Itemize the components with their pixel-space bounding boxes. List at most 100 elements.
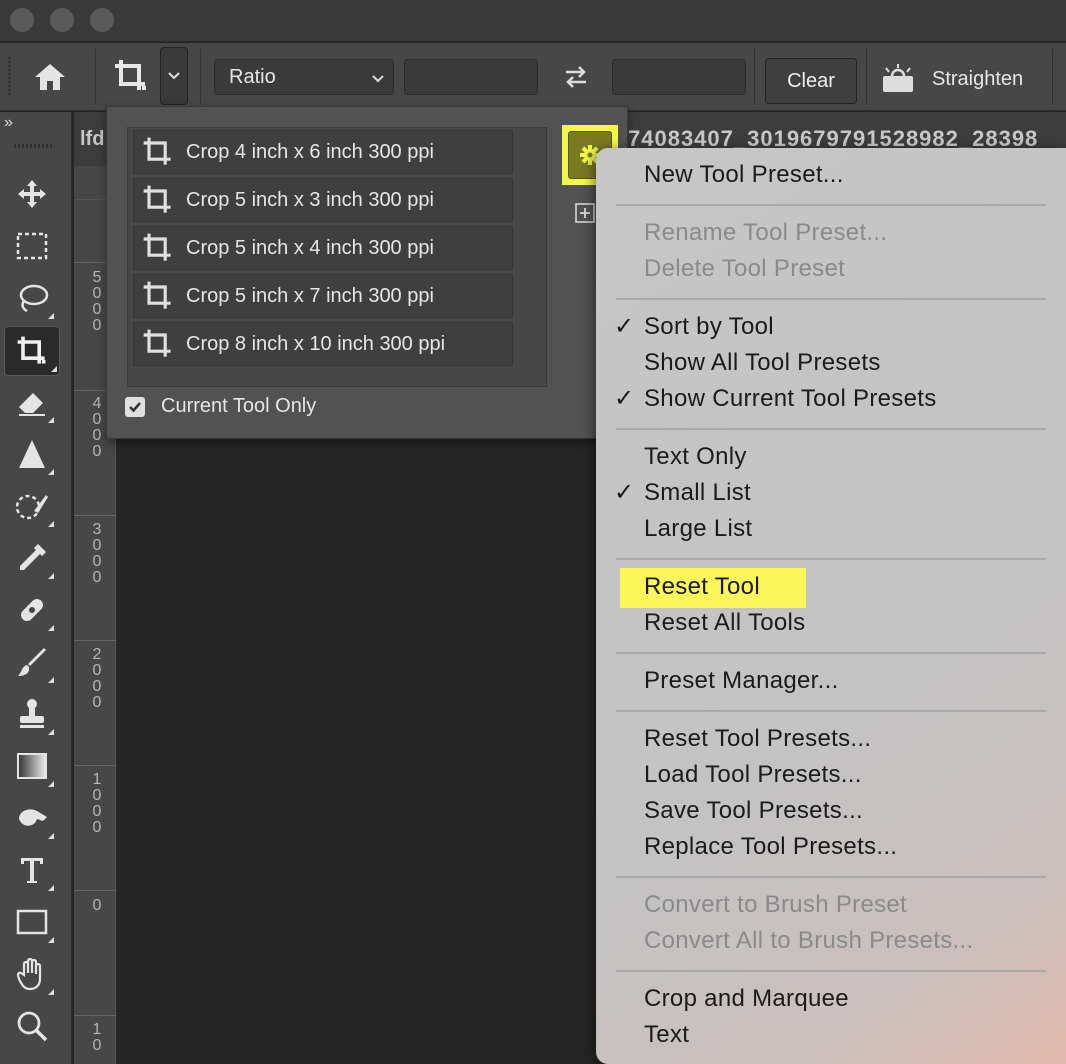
eraser-tool[interactable] — [8, 378, 56, 426]
crop-icon — [143, 185, 171, 213]
clone-stamp-icon — [20, 699, 44, 728]
tool-submenu-indicator — [48, 729, 54, 735]
tool-submenu-indicator — [48, 417, 54, 423]
shape-icon — [16, 909, 48, 935]
preset-item[interactable]: Crop 8 inch x 10 inch 300 ppi — [133, 322, 513, 366]
eyedropper-tool[interactable] — [8, 534, 56, 582]
chevron-down-icon — [168, 72, 180, 80]
swap-button[interactable] — [556, 61, 596, 93]
ruler-label: 5000 — [92, 269, 102, 334]
menu-item-preset-manager[interactable]: Preset Manager... — [644, 666, 839, 696]
menu-item-new-tool-preset[interactable]: New Tool Preset... — [644, 160, 844, 190]
crop-icon — [143, 233, 171, 261]
panel-collapse-button[interactable]: » — [4, 114, 13, 132]
window-close-button[interactable] — [10, 8, 34, 32]
quick-selection-icon — [15, 494, 48, 520]
tool-submenu-indicator — [48, 313, 54, 319]
options-bar: Ratio Clear Straighten — [0, 43, 1066, 111]
ratio-select-value: Ratio — [229, 66, 276, 88]
sharpen-icon — [19, 440, 45, 468]
ruler-label: 2000 — [92, 646, 102, 711]
smudge-tool[interactable] — [8, 794, 56, 842]
preset-name: Crop 5 inch x 7 inch 300 ppi — [186, 284, 434, 307]
healing-brush-icon — [21, 599, 43, 621]
options-bar-grip[interactable] — [8, 57, 11, 97]
straighten-button[interactable]: Straighten — [880, 61, 1040, 97]
ratio-height-input[interactable] — [612, 59, 746, 95]
preset-item[interactable]: Crop 5 inch x 3 inch 300 ppi — [133, 178, 513, 222]
tool-preset-dropdown-button[interactable] — [160, 47, 188, 105]
menu-item-reset-all-tools[interactable]: Reset All Tools — [644, 608, 805, 638]
window-minimize-button[interactable] — [50, 8, 74, 32]
ruler-label: 0 — [92, 897, 102, 914]
crop-icon — [143, 137, 171, 165]
type-tool[interactable] — [8, 846, 56, 894]
lasso-icon — [19, 284, 49, 313]
shape-tool[interactable] — [8, 898, 56, 946]
preset-item[interactable]: Crop 4 inch x 6 inch 300 ppi — [133, 130, 513, 174]
ratio-select[interactable]: Ratio — [214, 59, 394, 95]
crop-icon — [115, 60, 146, 90]
crop-tool[interactable] — [4, 326, 60, 376]
tools-panel: » — [0, 112, 72, 1064]
check-small-list: ✓ — [614, 479, 635, 506]
ratio-width-input[interactable] — [404, 59, 538, 95]
tool-submenu-indicator — [48, 885, 54, 891]
window-zoom-button[interactable] — [90, 8, 114, 32]
menu-item-load-tool-presets[interactable]: Load Tool Presets... — [644, 760, 862, 790]
sharpen-tool[interactable] — [8, 430, 56, 478]
document-tab-label[interactable]: lfd — [80, 128, 104, 151]
ruler-label: 10 — [92, 1021, 102, 1054]
menu-separator — [616, 298, 1046, 300]
clone-stamp-tool[interactable] — [8, 690, 56, 738]
menu-item-replace-tool-presets[interactable]: Replace Tool Presets... — [644, 832, 897, 862]
check-show-current-tool-presets: ✓ — [614, 385, 635, 412]
marquee-icon — [16, 232, 48, 260]
zoom-tool[interactable] — [8, 1002, 56, 1050]
move-tool[interactable] — [8, 170, 56, 218]
clear-button[interactable]: Clear — [765, 58, 857, 104]
menu-item-reset-tool-presets[interactable]: Reset Tool Presets... — [644, 724, 871, 754]
healing-brush-tool[interactable] — [8, 586, 56, 634]
new-preset-button[interactable] — [574, 202, 596, 224]
quick-selection-tool[interactable] — [8, 482, 56, 530]
menu-item-save-tool-presets[interactable]: Save Tool Presets... — [644, 796, 863, 826]
menu-separator — [616, 428, 1046, 430]
menu-item-small-list[interactable]: Small List — [644, 478, 751, 508]
menu-item-sort-by-tool[interactable]: Sort by Tool — [644, 312, 774, 342]
tool-submenu-indicator — [48, 573, 54, 579]
lasso-tool[interactable] — [8, 274, 56, 322]
chevron-down-icon — [372, 75, 384, 83]
panel-grip[interactable] — [14, 144, 54, 148]
zoom-icon — [17, 1011, 48, 1042]
tool-submenu-indicator — [48, 677, 54, 683]
tool-preset-picker[interactable] — [108, 53, 154, 99]
preset-item[interactable]: Crop 5 inch x 4 inch 300 ppi — [133, 226, 513, 270]
hand-tool[interactable] — [8, 950, 56, 998]
menu-separator — [616, 876, 1046, 878]
home-button[interactable] — [28, 57, 72, 97]
swap-arrows-icon — [566, 66, 586, 88]
brush-tool[interactable] — [8, 638, 56, 686]
menu-item-text-only[interactable]: Text Only — [644, 442, 747, 472]
current-tool-only-checkbox[interactable] — [125, 397, 145, 417]
menu-item-reset-tool[interactable]: Reset Tool — [644, 572, 760, 602]
menu-item-crop-and-marquee[interactable]: Crop and Marquee — [644, 984, 849, 1014]
menu-item-show-all-tool-presets[interactable]: Show All Tool Presets — [644, 348, 881, 378]
crop-icon — [17, 336, 46, 364]
menu-separator — [616, 652, 1046, 654]
smudge-icon — [19, 809, 47, 826]
gradient-tool[interactable] — [8, 742, 56, 790]
ruler-label: 3000 — [92, 521, 102, 586]
menu-separator — [616, 558, 1046, 560]
menu-item-show-current-tool-presets[interactable]: Show Current Tool Presets — [644, 384, 937, 414]
hand-icon — [16, 957, 42, 991]
marquee-tool[interactable] — [8, 222, 56, 270]
menu-item-text[interactable]: Text — [644, 1020, 689, 1050]
tool-submenu-indicator — [48, 937, 54, 943]
tool-submenu-indicator — [48, 469, 54, 475]
type-icon — [21, 858, 43, 883]
preset-list: Crop 4 inch x 6 inch 300 ppi Crop 5 inch… — [127, 127, 547, 387]
menu-item-large-list[interactable]: Large List — [644, 514, 752, 544]
preset-item[interactable]: Crop 5 inch x 7 inch 300 ppi — [133, 274, 513, 318]
